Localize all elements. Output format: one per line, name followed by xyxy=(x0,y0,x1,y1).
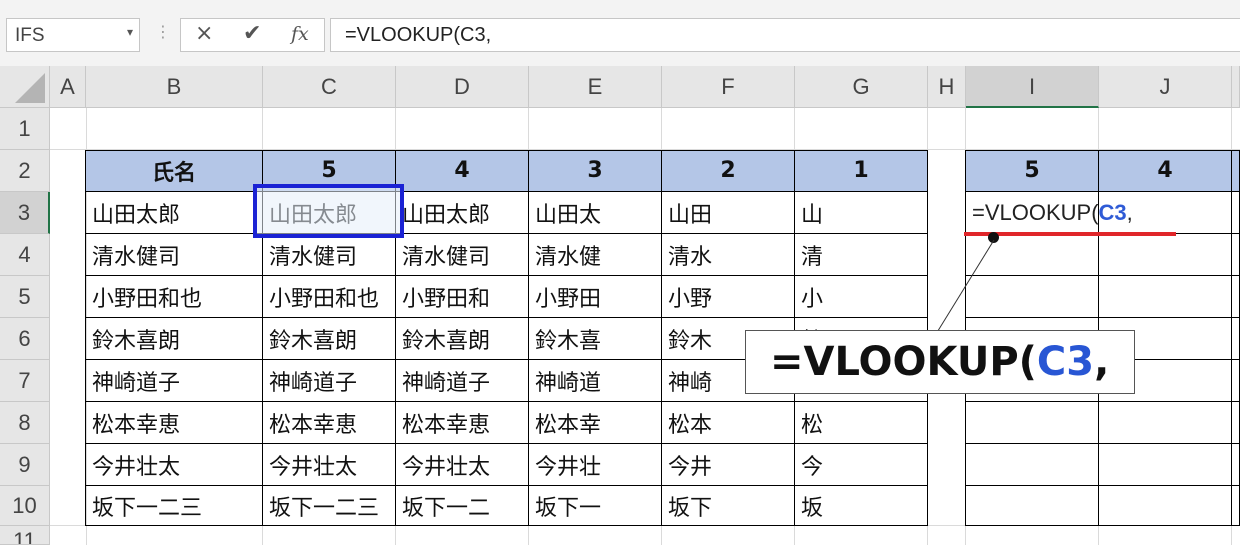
formula-callout: =VLOOKUP(C3, xyxy=(745,330,1135,394)
callout-leader-line xyxy=(935,239,995,335)
callout-ref: C3 xyxy=(1036,339,1095,385)
callout-suffix: , xyxy=(1094,339,1110,385)
callout-prefix: =VLOOKUP( xyxy=(770,339,1037,385)
